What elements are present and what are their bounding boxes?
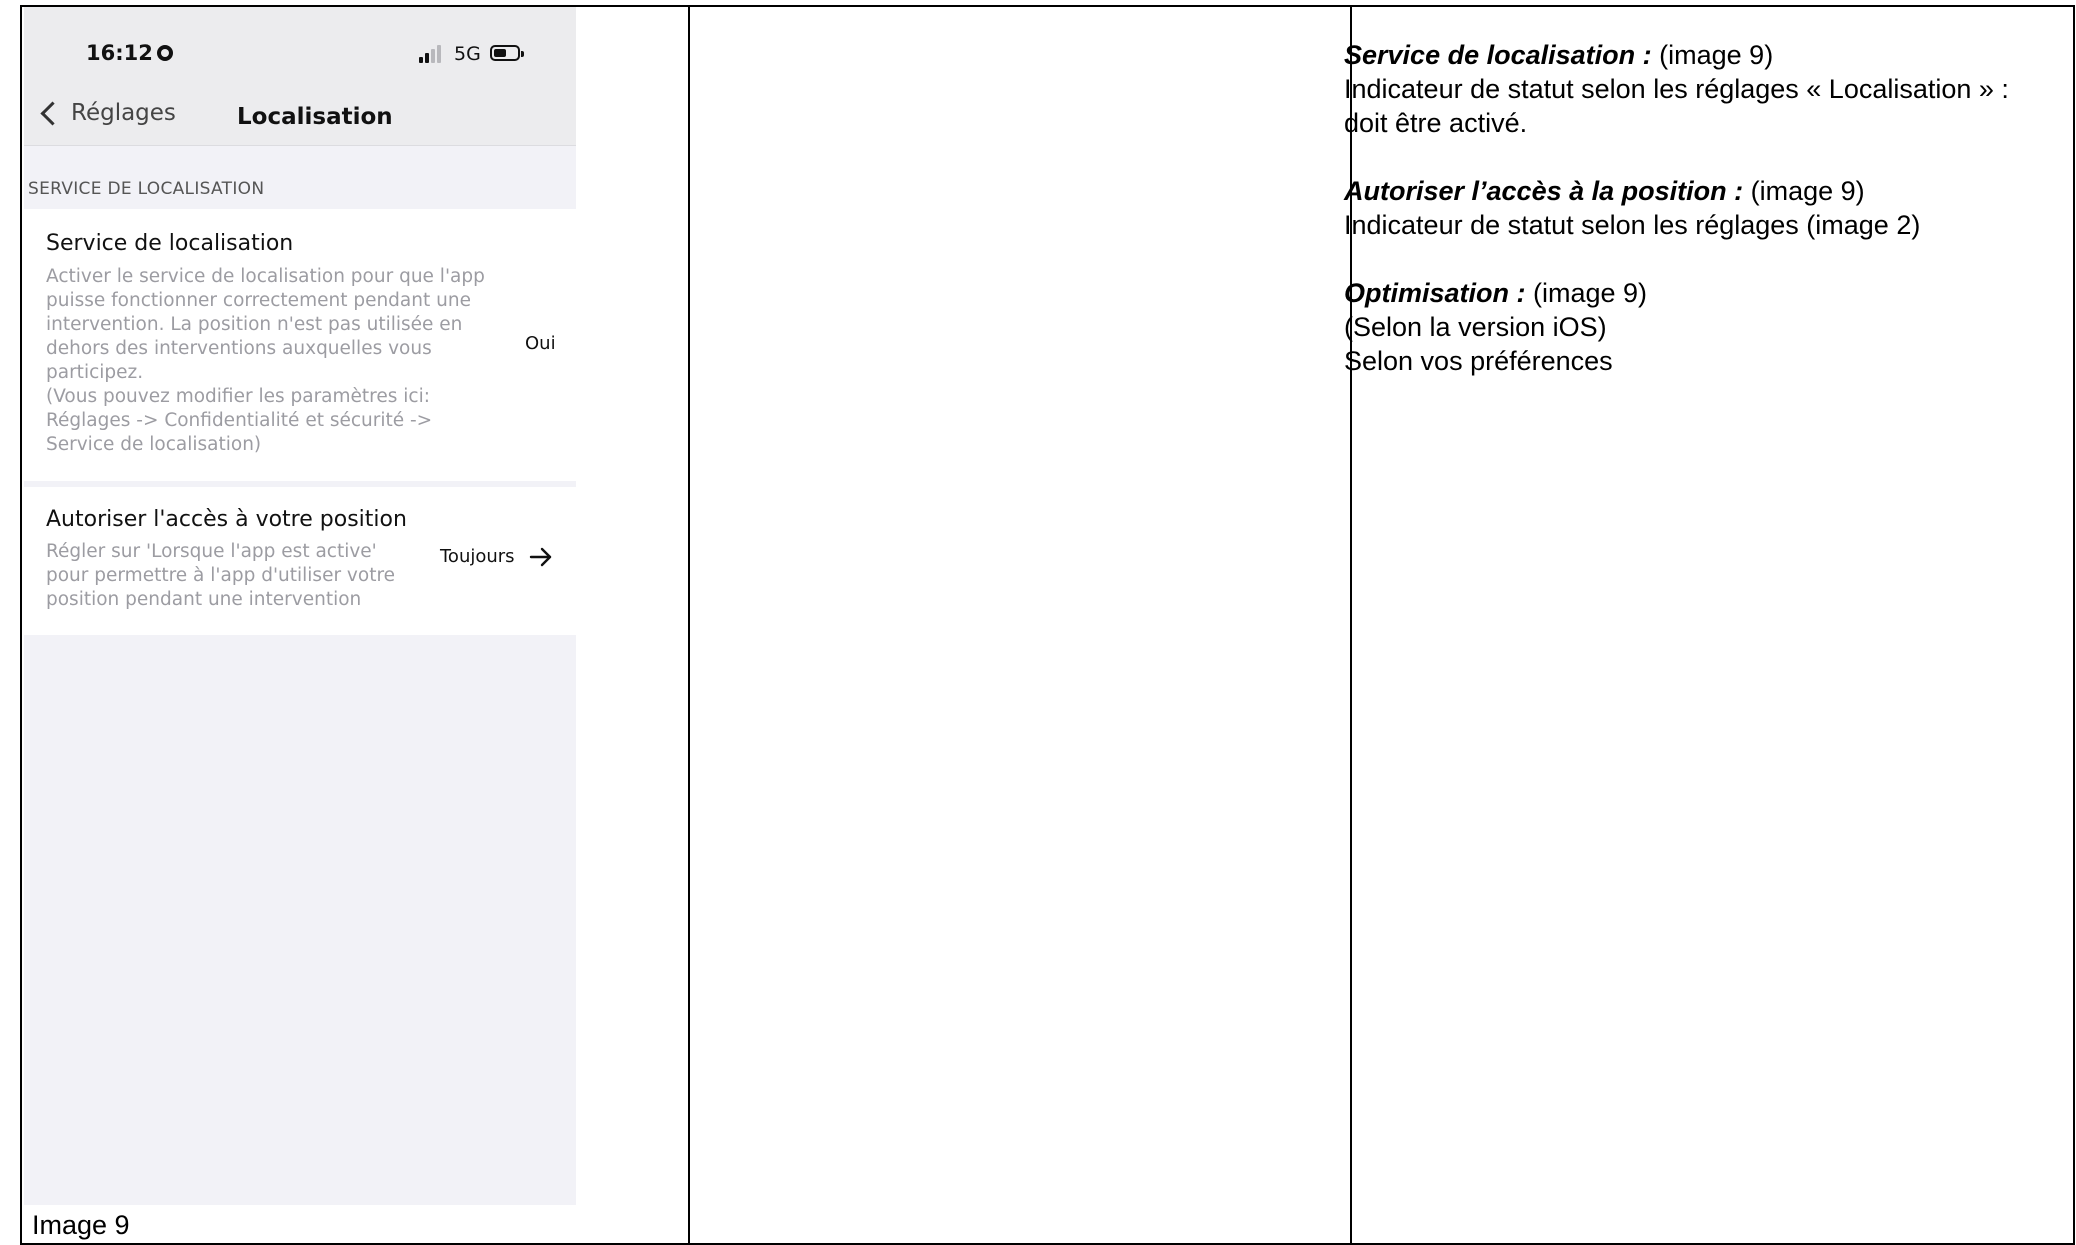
note-title: Optimisation :	[1344, 278, 1526, 308]
setting-description: Régler sur 'Lorsque l'app est active' po…	[46, 541, 396, 610]
column-divider	[688, 7, 690, 1243]
network-label: 5G	[454, 43, 481, 65]
arrow-right-icon[interactable]	[529, 547, 553, 567]
setting-title: Autoriser l'accès à votre position	[46, 507, 407, 532]
phone-header: 16:12 5G Réglages Localisation	[24, 7, 576, 146]
status-time: 16:12	[86, 41, 173, 65]
note-line: Indicateur de statut selon les réglages …	[1344, 210, 1921, 240]
note-ref: (image 9)	[1525, 278, 1648, 308]
note-line: Selon vos préférences	[1344, 346, 1613, 376]
note-ref: (image 9)	[1651, 40, 1774, 70]
note-title: Autoriser l’accès à la position :	[1344, 176, 1744, 206]
section-header: SERVICE DE LOCALISATION	[28, 179, 265, 199]
setting-row-location-service[interactable]: Service de localisation Activer le servi…	[24, 209, 576, 481]
setting-value: Toujours	[440, 546, 515, 567]
note: Service de localisation : (image 9) Indi…	[1344, 38, 2044, 140]
image-caption: Image 9	[32, 1210, 130, 1240]
phone-screenshot: 16:12 5G Réglages Localisation SERVICE D…	[24, 7, 576, 1205]
chevron-left-icon	[40, 100, 65, 126]
nav-title: Localisation	[237, 104, 393, 130]
setting-row-position-access[interactable]: Autoriser l'accès à votre position Régle…	[24, 487, 576, 635]
back-button[interactable]: Réglages	[36, 100, 176, 126]
notes-column: Service de localisation : (image 9) Indi…	[1344, 38, 2044, 412]
back-label: Réglages	[71, 100, 176, 126]
setting-description: Activer le service de localisation pour …	[46, 266, 485, 455]
note-ref: (image 9)	[1743, 176, 1865, 206]
battery-icon	[490, 45, 524, 61]
location-status-icon	[156, 45, 173, 61]
setting-value: Oui	[525, 333, 556, 354]
note-line: Indicateur de statut selon les réglages …	[1344, 74, 2009, 138]
note: Autoriser l’accès à la position : (image…	[1344, 174, 2044, 242]
note-line: (Selon la version iOS)	[1344, 312, 1607, 342]
setting-title: Service de localisation	[46, 231, 294, 256]
note-title: Service de localisation :	[1344, 40, 1652, 70]
signal-icon	[419, 45, 445, 63]
note: Optimisation : (image 9) (Selon la versi…	[1344, 276, 2044, 378]
